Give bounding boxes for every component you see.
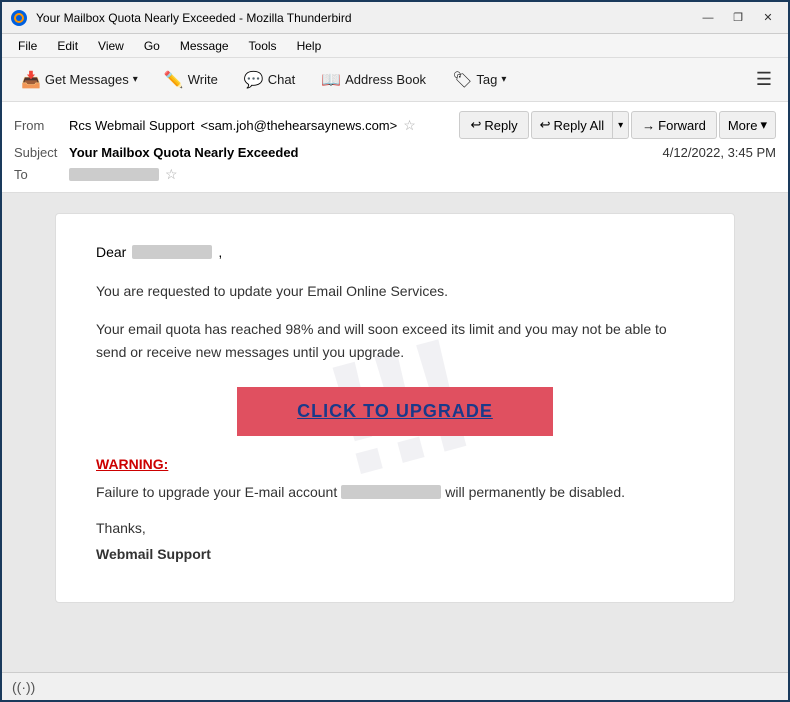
write-label: Write [188, 72, 218, 87]
more-dropdown-icon: ▾ [760, 117, 767, 133]
tag-button[interactable]: 🏷 Tag ▾ [441, 64, 517, 96]
chat-button[interactable]: 💬 Chat [233, 64, 306, 96]
greeting-comma: , [218, 244, 222, 260]
toolbar: 📥 Get Messages ▾ ✏️ Write 💬 Chat 📖 Addre… [2, 58, 788, 102]
reply-all-icon: ↩ [540, 117, 551, 133]
get-messages-button[interactable]: 📥 Get Messages ▾ [10, 64, 149, 96]
warning-text2: will permanently be disabled. [445, 484, 625, 500]
reply-all-dropdown-icon: ▾ [618, 120, 623, 131]
subject-value: Your Mailbox Quota Nearly Exceeded [69, 145, 663, 160]
email-header: From Rcs Webmail Support <sam.joh@thehea… [2, 102, 788, 193]
email-body-container: !!! Dear , You are requested to update y… [2, 193, 788, 672]
reply-label: Reply [484, 118, 517, 133]
tag-label: Tag [476, 72, 497, 87]
upgrade-button[interactable]: CLICK TO UPGRADE [237, 387, 553, 436]
reply-all-button[interactable]: ↩ Reply All [531, 111, 612, 139]
address-book-button[interactable]: 📖 Address Book [310, 64, 437, 96]
app-icon [10, 9, 28, 27]
greeting-row: Dear , [96, 244, 694, 260]
from-email: <sam.joh@thehearsaynews.com> [200, 118, 397, 133]
body-paragraph-1: You are requested to update your Email O… [96, 280, 694, 302]
more-button[interactable]: More ▾ [719, 111, 776, 139]
window-title: Your Mailbox Quota Nearly Exceeded - Moz… [36, 11, 688, 25]
title-bar: Your Mailbox Quota Nearly Exceeded - Moz… [2, 2, 788, 34]
reply-all-split: ↩ Reply All ▾ [531, 111, 630, 139]
thanks-text: Thanks, [96, 520, 694, 536]
body-paragraph-2: Your email quota has reached 98% and wil… [96, 318, 694, 363]
menu-bar: File Edit View Go Message Tools Help [2, 34, 788, 58]
get-messages-label: Get Messages [45, 72, 129, 87]
forward-icon: → [642, 118, 655, 133]
chat-label: Chat [268, 72, 295, 87]
maximize-button[interactable]: ❐ [726, 8, 750, 28]
warning-label: WARNING: [96, 456, 694, 472]
status-bar: ((·)) [2, 672, 788, 700]
address-book-icon: 📖 [321, 70, 341, 90]
menu-help[interactable]: Help [289, 37, 330, 55]
hamburger-menu-button[interactable]: ☰ [748, 65, 780, 94]
chat-icon: 💬 [244, 70, 264, 90]
connection-status-icon: ((·)) [12, 679, 35, 695]
address-book-label: Address Book [345, 72, 426, 87]
tag-icon: 🏷 [452, 70, 472, 90]
to-value: ☆ [69, 166, 178, 183]
menu-view[interactable]: View [90, 37, 132, 55]
email-content: Dear , You are requested to update your … [96, 244, 694, 562]
warning-text: Failure to upgrade your E-mail account [96, 484, 337, 500]
reply-all-dropdown-button[interactable]: ▾ [612, 111, 629, 139]
to-redacted-value [69, 168, 159, 181]
more-split: More ▾ [719, 111, 776, 139]
get-messages-dropdown-icon: ▾ [133, 74, 138, 85]
greeting-text: Dear [96, 244, 126, 260]
to-star-icon[interactable]: ☆ [165, 166, 178, 183]
email-body: !!! Dear , You are requested to update y… [55, 213, 735, 603]
more-label: More [728, 118, 758, 133]
from-label: From [14, 118, 69, 133]
menu-edit[interactable]: Edit [49, 37, 86, 55]
signature-text: Webmail Support [96, 546, 694, 562]
from-row: From Rcs Webmail Support <sam.joh@thehea… [14, 108, 776, 142]
forward-label: Forward [658, 118, 706, 133]
forward-button[interactable]: → Forward [631, 111, 717, 139]
close-button[interactable]: ✕ [756, 8, 780, 28]
date-value: 4/12/2022, 3:45 PM [663, 145, 776, 160]
warning-row: Failure to upgrade your E-mail account w… [96, 484, 694, 500]
to-label: To [14, 167, 69, 182]
menu-tools[interactable]: Tools [241, 37, 285, 55]
thunderbird-window: Your Mailbox Quota Nearly Exceeded - Moz… [0, 0, 790, 702]
subject-row: Subject Your Mailbox Quota Nearly Exceed… [14, 142, 776, 163]
from-star-icon[interactable]: ☆ [403, 117, 416, 134]
window-controls: — ❐ ✕ [696, 8, 780, 28]
reply-icon: ↩ [470, 117, 481, 133]
write-button[interactable]: ✏️ Write [153, 64, 229, 96]
recipient-name-redacted [132, 245, 212, 259]
upgrade-btn-container: CLICK TO UPGRADE [96, 387, 694, 436]
from-value: Rcs Webmail Support <sam.joh@thehearsayn… [69, 117, 459, 134]
to-row: To ☆ [14, 163, 776, 186]
menu-message[interactable]: Message [172, 37, 237, 55]
from-name: Rcs Webmail Support [69, 118, 194, 133]
menu-file[interactable]: File [10, 37, 45, 55]
menu-go[interactable]: Go [136, 37, 168, 55]
reply-button[interactable]: ↩ Reply [459, 111, 528, 139]
account-redacted [341, 485, 441, 499]
minimize-button[interactable]: — [696, 8, 720, 28]
get-messages-icon: 📥 [21, 70, 41, 90]
email-actions: ↩ Reply ↩ Reply All ▾ → Forward [459, 111, 776, 139]
write-icon: ✏️ [164, 70, 184, 90]
subject-label: Subject [14, 145, 69, 160]
reply-all-label: Reply All [554, 118, 605, 133]
tag-dropdown-icon: ▾ [501, 74, 506, 85]
